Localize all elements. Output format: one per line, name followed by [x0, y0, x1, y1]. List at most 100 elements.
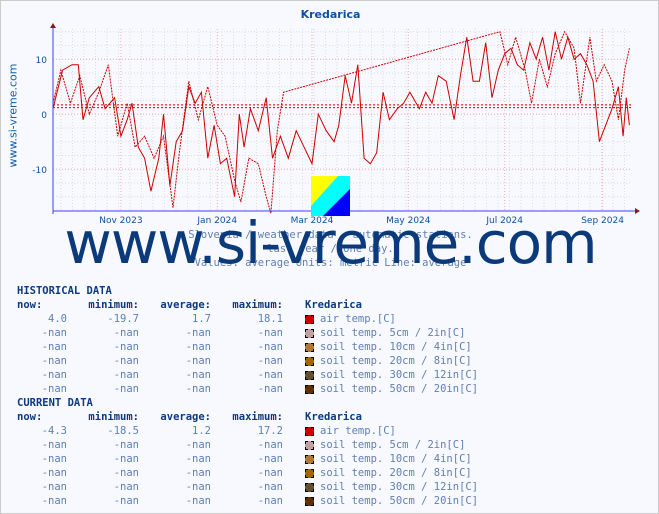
- historical-row: -nan -nan -nan -nan soil temp. 20cm / 8i…: [17, 355, 478, 369]
- now-value: -nan: [41, 369, 67, 381]
- legend-swatch: [305, 455, 314, 464]
- average-value: -nan: [185, 327, 211, 339]
- y-tick-label: 0: [41, 111, 47, 121]
- series-label: soil temp. 5cm / 2in[C]: [320, 327, 466, 339]
- historical-row: -nan -nan -nan -nan soil temp. 10cm / 4i…: [17, 341, 478, 355]
- series-label: soil temp. 10cm / 4in[C]: [320, 341, 472, 353]
- legend-swatch: [305, 497, 314, 506]
- maximum-value: 17.2: [257, 425, 283, 437]
- legend-swatch: [305, 343, 314, 352]
- y-tick-label: 10: [36, 56, 48, 66]
- maximum-value: -nan: [257, 481, 283, 493]
- maximum-value: -nan: [257, 467, 283, 479]
- minimum-value: -nan: [113, 495, 139, 507]
- legend-swatch: [305, 315, 314, 324]
- average-value: -nan: [185, 453, 211, 465]
- legend-swatch: [305, 483, 314, 492]
- minimum-value: -nan: [113, 383, 139, 395]
- y-axis-arrow-icon: [50, 23, 56, 28]
- historical-col-header: minimum:: [88, 299, 139, 311]
- now-value: -nan: [41, 327, 67, 339]
- legend-swatch: [305, 441, 314, 450]
- historical-col-header: maximum:: [232, 299, 283, 311]
- average-value: -nan: [185, 369, 211, 381]
- maximum-value: -nan: [257, 355, 283, 367]
- current-row: -nan -nan -nan -nan soil temp. 20cm / 8i…: [17, 467, 478, 481]
- minimum-value: -nan: [113, 467, 139, 479]
- current-col-header: average:: [160, 411, 211, 423]
- maximum-value: -nan: [257, 453, 283, 465]
- legend-swatch: [305, 371, 314, 380]
- series-label: soil temp. 50cm / 20in[C]: [320, 383, 479, 395]
- current-col-header: maximum:: [232, 411, 283, 423]
- maximum-value: -nan: [257, 327, 283, 339]
- average-value: -nan: [185, 481, 211, 493]
- historical-header-row: now: minimum: average: maximum: Kredarica: [17, 299, 478, 313]
- series-label: soil temp. 5cm / 2in[C]: [320, 439, 466, 451]
- historical-row: -nan -nan -nan -nan soil temp. 30cm / 12…: [17, 369, 478, 383]
- now-value: -nan: [41, 453, 67, 465]
- legend-swatch: [305, 469, 314, 478]
- current-heading: CURRENT DATA: [17, 397, 93, 409]
- historical-col-header: average:: [160, 299, 211, 311]
- current-row: -nan -nan -nan -nan soil temp. 5cm / 2in…: [17, 439, 478, 453]
- series-label: air temp.[C]: [320, 313, 396, 325]
- average-value: -nan: [185, 467, 211, 479]
- current-row: -nan -nan -nan -nan soil temp. 10cm / 4i…: [17, 453, 478, 467]
- watermark: www.si-vreme.com: [64, 209, 597, 277]
- legend-swatch: [305, 357, 314, 366]
- now-value: -nan: [41, 467, 67, 479]
- maximum-value: -nan: [257, 341, 283, 353]
- y-tick-label: -10: [32, 166, 47, 176]
- maximum-value: -nan: [257, 495, 283, 507]
- historical-heading: HISTORICAL DATA: [17, 285, 112, 297]
- current-row: -nan -nan -nan -nan soil temp. 30cm / 12…: [17, 481, 478, 495]
- average-value: -nan: [185, 439, 211, 451]
- maximum-value: -nan: [257, 439, 283, 451]
- maximum-value: -nan: [257, 383, 283, 395]
- series-label: soil temp. 20cm / 8in[C]: [320, 355, 472, 367]
- minimum-value: -nan: [113, 439, 139, 451]
- minimum-value: -19.7: [107, 313, 139, 325]
- average-value: -nan: [185, 355, 211, 367]
- series-label: soil temp. 30cm / 12in[C]: [320, 369, 479, 381]
- minimum-value: -nan: [113, 327, 139, 339]
- minimum-value: -nan: [113, 355, 139, 367]
- now-value: -nan: [41, 481, 67, 493]
- minimum-value: -nan: [113, 453, 139, 465]
- historical-station-header: Kredarica: [305, 299, 362, 311]
- minimum-value: -18.5: [107, 425, 139, 437]
- current-header-row: now: minimum: average: maximum: Kredarica: [17, 411, 478, 425]
- legend-swatch: [305, 385, 314, 394]
- now-value: -nan: [41, 341, 67, 353]
- historical-row: -nan -nan -nan -nan soil temp. 5cm / 2in…: [17, 327, 478, 341]
- series-label: soil temp. 30cm / 12in[C]: [320, 481, 479, 493]
- series-label: soil temp. 10cm / 4in[C]: [320, 453, 472, 465]
- average-value: -nan: [185, 341, 211, 353]
- legend-swatch: [305, 427, 314, 436]
- chart-panel: Kredarica www.si-vreme.com -10 0 10 Nov 202…: [0, 0, 659, 514]
- current-station-header: Kredarica: [305, 411, 362, 423]
- historical-col-header: now:: [17, 299, 43, 311]
- minimum-value: -nan: [113, 341, 139, 353]
- current-col-header: now:: [17, 411, 43, 423]
- minimum-value: -nan: [113, 369, 139, 381]
- historical-row: 4.0 -19.7 1.7 18.1 air temp.[C]: [17, 313, 478, 327]
- current-col-header: minimum:: [88, 411, 139, 423]
- minimum-value: -nan: [113, 481, 139, 493]
- series-label: soil temp. 50cm / 20in[C]: [320, 495, 479, 507]
- average-value: 1.7: [192, 313, 211, 325]
- average-value: 1.2: [192, 425, 211, 437]
- now-value: -nan: [41, 383, 67, 395]
- maximum-value: 18.1: [257, 313, 283, 325]
- now-value: -4.3: [41, 425, 67, 437]
- series-label: soil temp. 20cm / 8in[C]: [320, 467, 472, 479]
- data-tables: HISTORICAL DATA now: minimum: average: maxim…: [17, 285, 478, 509]
- now-value: -nan: [41, 439, 67, 451]
- average-value: -nan: [185, 383, 211, 395]
- series-label: air temp.[C]: [320, 425, 396, 437]
- average-value: -nan: [185, 495, 211, 507]
- now-value: -nan: [41, 355, 67, 367]
- legend-swatch: [305, 329, 314, 338]
- now-value: 4.0: [48, 313, 67, 325]
